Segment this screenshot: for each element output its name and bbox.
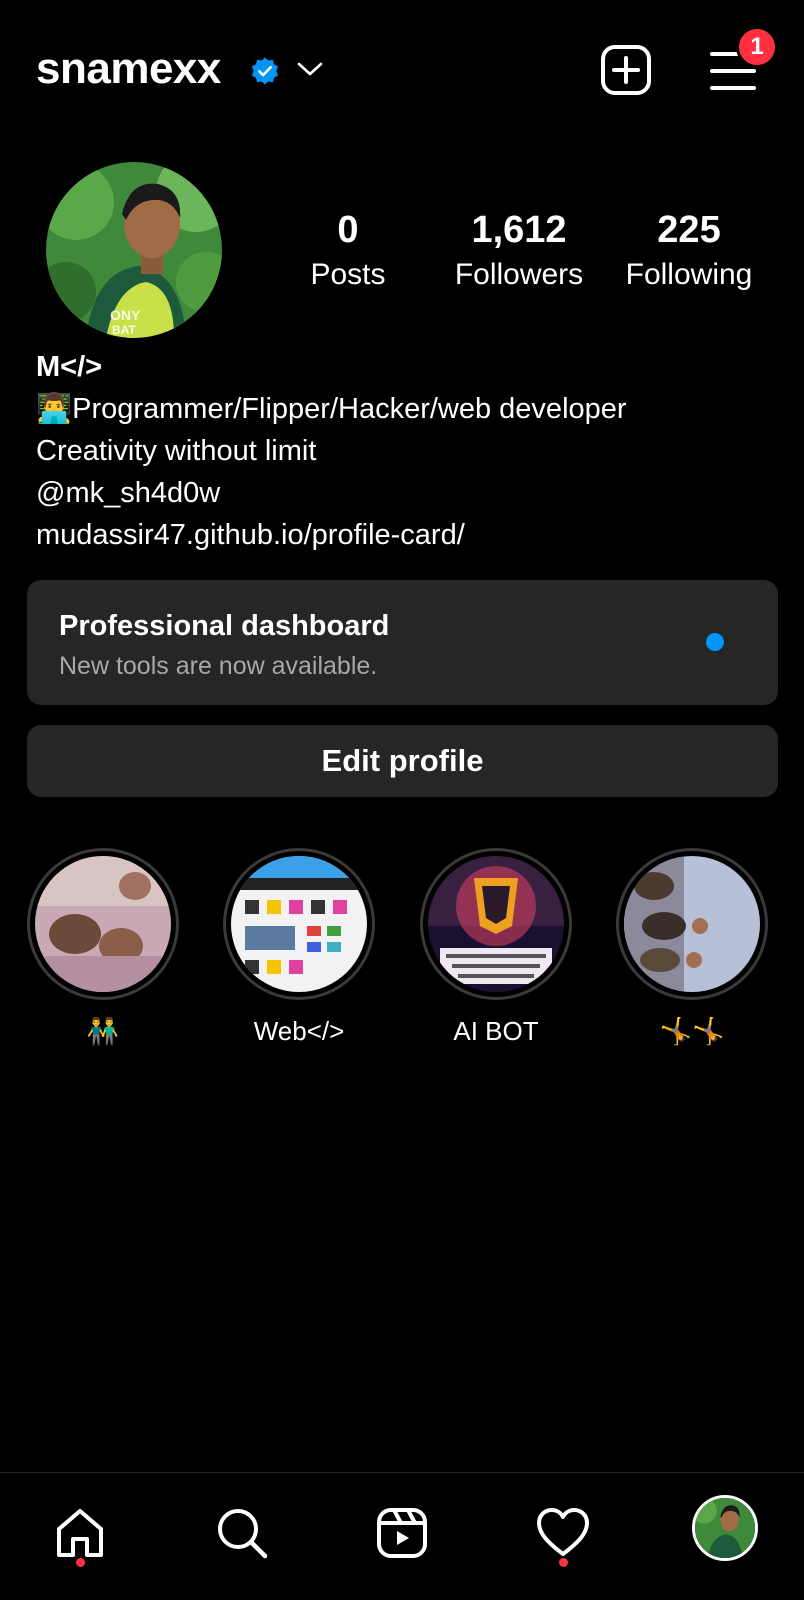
- nav-activity[interactable]: [531, 1501, 595, 1565]
- edit-profile-button[interactable]: Edit profile: [27, 725, 778, 797]
- highlight-label: 👬: [86, 1016, 120, 1046]
- nav-reels[interactable]: [370, 1501, 434, 1565]
- highlight-item[interactable]: Web</>: [223, 848, 375, 1048]
- highlight-thumbnail: [35, 856, 171, 992]
- bio-section: M</> 👨‍💻Programmer/Flipper/Hacker/web de…: [36, 346, 776, 556]
- new-post-icon[interactable]: [600, 44, 652, 96]
- verified-badge-icon: [251, 57, 279, 85]
- notification-badge: 1: [736, 26, 778, 68]
- professional-dashboard-card[interactable]: Professional dashboard New tools are now…: [27, 580, 778, 705]
- nav-profile-avatar[interactable]: [692, 1495, 758, 1561]
- posts-label: Posts: [310, 258, 386, 291]
- highlight-label: AI BOT: [453, 1016, 539, 1046]
- posts-count: 0: [337, 209, 359, 251]
- chevron-down-icon[interactable]: [296, 58, 324, 82]
- new-indicator-dot: [706, 633, 724, 651]
- bio-website-link[interactable]: mudassir47.github.io/profile-card/: [36, 514, 776, 556]
- highlight-thumbnail: [231, 856, 367, 992]
- highlight-ring: [420, 848, 572, 1000]
- stat-following[interactable]: 225 Following: [614, 208, 764, 298]
- stat-followers[interactable]: 1,612 Followers: [444, 208, 594, 298]
- following-label: Following: [625, 258, 753, 291]
- highlight-item[interactable]: 👬: [27, 848, 179, 1048]
- search-icon: [218, 1509, 268, 1559]
- home-activity-dot: [76, 1558, 85, 1567]
- username[interactable]: snamexx: [36, 44, 221, 94]
- followers-label: Followers: [454, 258, 584, 291]
- highlight-label: 🤸🤸: [659, 1016, 725, 1046]
- bio-handle-link[interactable]: @mk_sh4d0w: [36, 472, 776, 514]
- highlight-thumbnail: [624, 856, 760, 992]
- highlight-ring: [223, 848, 375, 1000]
- bio-line: 👨‍💻Programmer/Flipper/Hacker/web develop…: [36, 393, 627, 425]
- bio-line: Creativity without limit: [36, 435, 317, 467]
- following-count: 225: [657, 209, 721, 251]
- dashboard-title: Professional dashboard: [59, 610, 390, 642]
- stat-posts[interactable]: 0 Posts: [273, 208, 423, 298]
- reels-icon: [377, 1508, 427, 1558]
- followers-count: 1,612: [471, 209, 567, 251]
- dashboard-subtitle: New tools are now available.: [59, 652, 378, 680]
- profile-header: snamexx 1: [0, 0, 804, 140]
- highlight-thumbnail: [428, 856, 564, 992]
- highlight-item[interactable]: AI BOT: [420, 848, 572, 1048]
- activity-notification-dot: [559, 1558, 568, 1567]
- svg-text:BAT: BAT: [112, 323, 136, 337]
- highlight-label: Web</>: [253, 1016, 345, 1046]
- nav-home[interactable]: [48, 1501, 112, 1565]
- nav-search[interactable]: [210, 1501, 274, 1565]
- svg-text:ONY: ONY: [110, 307, 141, 323]
- home-icon: [57, 1509, 103, 1557]
- display-name: M</>: [36, 351, 103, 383]
- heart-icon: [537, 1508, 589, 1556]
- profile-avatar[interactable]: ONY BAT: [46, 162, 222, 338]
- highlight-item[interactable]: 🤸🤸: [616, 848, 768, 1048]
- highlight-ring: [616, 848, 768, 1000]
- bottom-nav: [0, 1472, 804, 1600]
- highlight-ring: [27, 848, 179, 1000]
